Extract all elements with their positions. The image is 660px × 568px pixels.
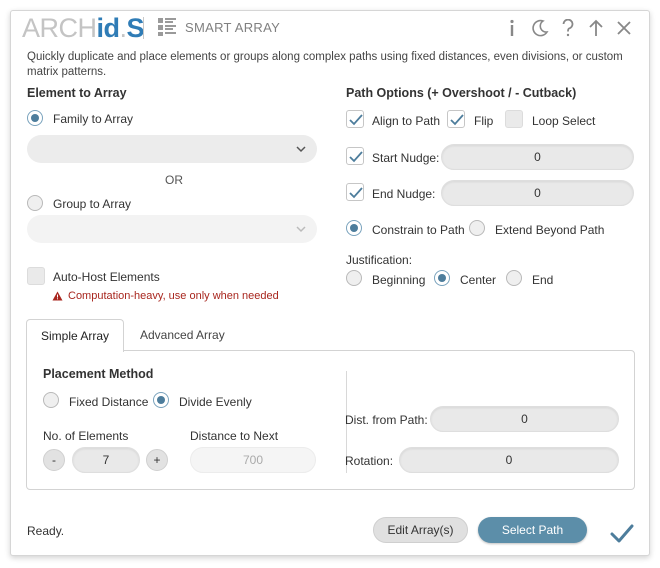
- edit-arrays-button[interactable]: Edit Array(s): [373, 517, 468, 543]
- group-label: Group to Array: [53, 197, 132, 211]
- flip-label: Flip: [474, 114, 494, 128]
- fixed-distance-radio[interactable]: [43, 392, 59, 408]
- family-label: Family to Array: [53, 112, 134, 126]
- checkmark-icon: [349, 151, 363, 163]
- or-label: OR: [165, 173, 183, 187]
- end-nudge-checkbox[interactable]: [346, 183, 364, 201]
- justify-end-label: End: [532, 273, 554, 287]
- tab-simple-array[interactable]: Simple Array: [26, 319, 125, 352]
- end-nudge-input[interactable]: 0: [441, 180, 634, 206]
- increment-button[interactable]: +: [146, 449, 168, 471]
- simple-array-panel: Placement Method Fixed Distance Divide E…: [26, 350, 635, 490]
- distance-to-next-input[interactable]: 700: [190, 447, 316, 473]
- warning-text: Computation-heavy, use only when needed: [68, 290, 279, 302]
- description-text: Quickly duplicate and place elements or …: [27, 51, 623, 78]
- end-nudge-label: End Nudge:: [372, 187, 436, 201]
- justification-label: Justification:: [346, 253, 413, 267]
- rotation-input[interactable]: 0: [399, 447, 619, 473]
- elements-count-input[interactable]: 7: [72, 447, 140, 473]
- divide-evenly-label: Divide Evenly: [179, 395, 252, 409]
- status-text: Ready.: [27, 524, 65, 538]
- info-icon[interactable]: [501, 17, 523, 39]
- constrain-to-path-label: Constrain to Path: [372, 223, 465, 237]
- theme-moon-icon[interactable]: [529, 17, 551, 39]
- warning-message: Computation-heavy, use only when needed: [52, 290, 279, 302]
- constrain-to-path-radio[interactable]: [346, 220, 362, 236]
- select-path-button[interactable]: Select Path: [478, 517, 587, 543]
- chevron-down-icon: [296, 226, 306, 233]
- group-dropdown[interactable]: [27, 215, 317, 243]
- path-section-title: Path Options (+ Overshoot / - Cutback): [346, 86, 577, 100]
- title-divider: [143, 17, 144, 39]
- justify-end-radio[interactable]: [506, 270, 522, 286]
- dist-from-path-input[interactable]: 0: [430, 406, 619, 432]
- loop-select-checkbox[interactable]: [505, 110, 523, 128]
- help-icon[interactable]: [557, 17, 579, 39]
- title-bar[interactable]: ARCH id. S SMART ARRAY: [11, 11, 649, 47]
- app-title: SMART ARRAY: [185, 20, 281, 35]
- dist-from-path-label: Dist. from Path:: [345, 413, 428, 427]
- justify-beginning-label: Beginning: [372, 273, 426, 287]
- element-section-title: Element to Array: [27, 86, 127, 100]
- flip-checkbox[interactable]: [447, 110, 465, 128]
- confirm-check-icon[interactable]: [609, 522, 635, 546]
- checkmark-icon: [349, 187, 363, 199]
- justify-center-radio[interactable]: [434, 270, 450, 286]
- decrement-button[interactable]: -: [43, 449, 65, 471]
- extend-beyond-path-label: Extend Beyond Path: [495, 223, 605, 237]
- family-radio[interactable]: [27, 110, 43, 126]
- collapse-up-icon[interactable]: [585, 17, 607, 39]
- justify-beginning-radio[interactable]: [346, 270, 362, 286]
- rotation-label: Rotation:: [345, 454, 394, 468]
- checkmark-icon: [349, 114, 363, 126]
- align-to-path-checkbox[interactable]: [346, 110, 364, 128]
- autohost-checkbox[interactable]: [27, 267, 45, 285]
- autohost-label: Auto-Host Elements: [53, 270, 160, 284]
- warning-icon: [52, 291, 63, 301]
- grid-array-icon: [158, 18, 176, 36]
- extend-beyond-path-radio[interactable]: [469, 220, 485, 236]
- group-radio[interactable]: [27, 195, 43, 211]
- divide-evenly-radio[interactable]: [153, 392, 169, 408]
- align-to-path-label: Align to Path: [372, 114, 441, 128]
- fixed-distance-label: Fixed Distance: [69, 395, 149, 409]
- placement-method-title: Placement Method: [43, 367, 154, 381]
- close-icon[interactable]: [613, 17, 635, 39]
- distance-to-next-label: Distance to Next: [190, 429, 279, 443]
- checkmark-icon: [450, 114, 464, 126]
- elements-count-label: No. of Elements: [43, 429, 129, 443]
- archids-logo: ARCH id. S: [22, 13, 145, 43]
- smart-array-window: ARCH id. S SMART ARRAY Quickly duplicate…: [10, 10, 650, 556]
- justify-center-label: Center: [460, 273, 497, 287]
- tab-advanced-array[interactable]: Advanced Array: [126, 319, 239, 351]
- start-nudge-checkbox[interactable]: [346, 147, 364, 165]
- start-nudge-input[interactable]: 0: [441, 144, 634, 170]
- chevron-down-icon: [296, 146, 306, 153]
- family-dropdown[interactable]: [27, 135, 317, 163]
- start-nudge-label: Start Nudge:: [372, 151, 440, 165]
- loop-select-label: Loop Select: [532, 114, 596, 128]
